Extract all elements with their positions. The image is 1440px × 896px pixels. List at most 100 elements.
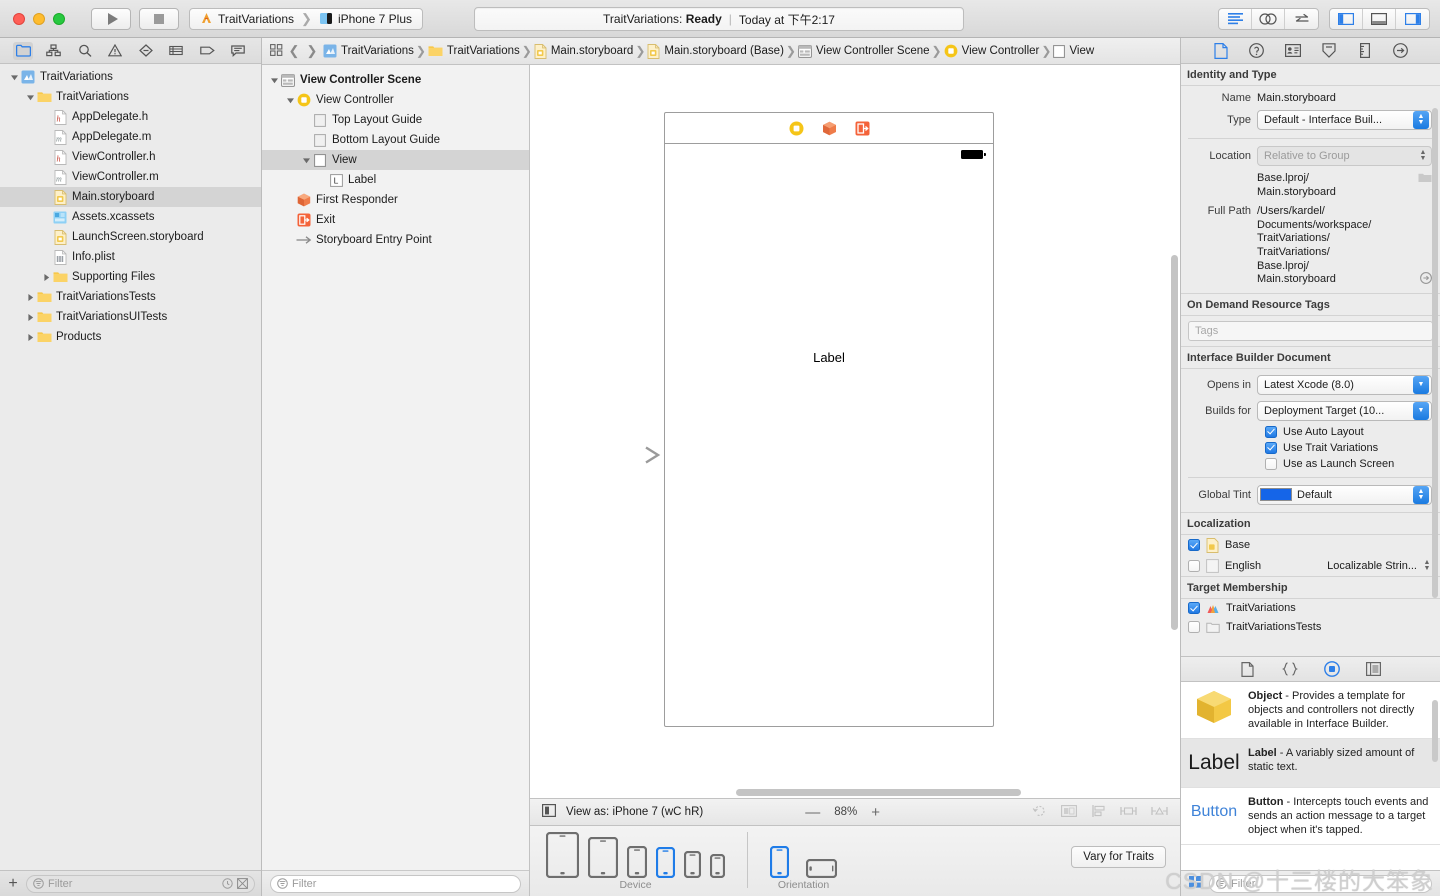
go-back-button[interactable]: ❮: [287, 43, 301, 59]
checkbox-box[interactable]: [1265, 425, 1277, 438]
related-items-button[interactable]: [270, 43, 283, 59]
opens-in-popup[interactable]: Latest Xcode (8.0) ▼: [1257, 374, 1432, 395]
checkbox-use-auto-layout[interactable]: Use Auto Layout: [1181, 424, 1440, 440]
breadcrumb-item-main-storyboard[interactable]: Main.storyboard: [534, 43, 633, 59]
resolve-issues-icon[interactable]: [1151, 804, 1168, 821]
view-as-text[interactable]: View as: iPhone 7 (wC hR): [566, 806, 703, 818]
device-option-3[interactable]: [656, 847, 675, 878]
close-window-button[interactable]: [13, 12, 25, 25]
align-icon[interactable]: [1091, 804, 1106, 821]
device-option-5[interactable]: [710, 854, 725, 878]
object-library-list[interactable]: Object - Provides a template for objects…: [1181, 682, 1440, 870]
localization-row-english[interactable]: English Localizable Strin... ▲ ▼: [1181, 556, 1440, 576]
find-navigator-tab[interactable]: [75, 42, 95, 60]
outline-item-top-layout-guide[interactable]: Top Layout Guide: [262, 110, 529, 130]
navigator-item-products[interactable]: Products: [0, 327, 261, 347]
test-navigator-tab[interactable]: [197, 42, 217, 60]
navigator-item-launchscreen-storyboard[interactable]: LaunchScreen.storyboard: [0, 227, 261, 247]
disclosure-triangle[interactable]: [24, 93, 36, 102]
breadcrumb[interactable]: TraitVariations ❯ TraitVariations ❯ Main.sto…: [323, 43, 1094, 59]
breadcrumb-item-view-controller-scene[interactable]: View Controller Scene: [798, 44, 930, 58]
navigator-item-traitvariations[interactable]: TraitVariations: [0, 87, 261, 107]
device-icon-list[interactable]: [546, 832, 725, 878]
orientation-icon-list[interactable]: [770, 832, 837, 878]
object-library-tab[interactable]: [1323, 660, 1341, 678]
version-editor-button[interactable]: [1285, 9, 1318, 29]
navigator-item-assets-xcassets[interactable]: Assets.xcassets: [0, 207, 261, 227]
toggle-utilities-button[interactable]: [1396, 9, 1429, 29]
disclosure-triangle[interactable]: [24, 293, 36, 302]
disclosure-triangle[interactable]: [8, 73, 20, 82]
recent-icon[interactable]: [222, 878, 233, 889]
toggle-navigator-button[interactable]: [1330, 9, 1363, 29]
navigator-item-supporting-files[interactable]: Supporting Files: [0, 267, 261, 287]
outline-item-bottom-layout-guide[interactable]: Bottom Layout Guide: [262, 130, 529, 150]
update-frames-icon[interactable]: [1032, 804, 1047, 821]
library-item-label[interactable]: Label Label - A variably sized amount of …: [1181, 739, 1440, 788]
outline-item-view[interactable]: View: [262, 150, 529, 170]
file-template-library-tab[interactable]: [1239, 660, 1257, 678]
device-option-1[interactable]: [588, 837, 618, 878]
tint-color-swatch[interactable]: [1260, 488, 1292, 502]
file-inspector-tab[interactable]: [1212, 42, 1230, 60]
tags-field[interactable]: Tags: [1188, 320, 1433, 341]
type-popup[interactable]: Default - Interface Buil... ▲ ▼: [1257, 110, 1432, 130]
vary-for-traits-button[interactable]: Vary for Traits: [1071, 846, 1166, 868]
navigator-item-info-plist[interactable]: Info.plist: [0, 247, 261, 267]
outline-item-view-controller-scene[interactable]: View Controller Scene: [262, 70, 529, 90]
library-grid-view-icon[interactable]: [1189, 876, 1202, 891]
name-value[interactable]: Main.storyboard: [1257, 92, 1432, 104]
embed-in-icon[interactable]: [1061, 804, 1077, 821]
zoom-in-button[interactable]: +: [871, 804, 880, 821]
scheme-selector[interactable]: TraitVariations ❯ iPhone 7 Plus: [189, 7, 423, 30]
root-view[interactable]: Label: [665, 144, 993, 727]
outline-item-storyboard-entry-point[interactable]: Storyboard Entry Point: [262, 230, 529, 250]
identity-inspector-tab[interactable]: [1284, 42, 1302, 60]
disclosure-triangle[interactable]: [40, 273, 52, 282]
localization-type-popup[interactable]: Localizable Strin... ▲ ▼: [1327, 559, 1433, 572]
run-button[interactable]: [91, 7, 131, 30]
library-scrollbar[interactable]: [1432, 700, 1438, 762]
canvas-horizontal-scrollbar[interactable]: [736, 789, 1021, 796]
issue-navigator-tab[interactable]: [105, 42, 125, 60]
checkbox-box[interactable]: [1188, 621, 1200, 634]
library-item-button[interactable]: Button Button - Intercepts touch events a…: [1181, 788, 1440, 845]
library-item-object[interactable]: Object - Provides a template for objects…: [1181, 682, 1440, 739]
checkbox-use-as-launch-screen[interactable]: Use as Launch Screen: [1181, 456, 1440, 472]
disclosure-triangle[interactable]: [300, 156, 312, 165]
view-as-toggle-icon[interactable]: [542, 804, 557, 820]
size-inspector-tab[interactable]: [1356, 42, 1374, 60]
checkbox-box[interactable]: [1188, 559, 1200, 572]
navigator-item-appdelegate-m[interactable]: m AppDelegate.m: [0, 127, 261, 147]
assistant-editor-button[interactable]: [1252, 9, 1285, 29]
outline-item-label[interactable]: L Label: [262, 170, 529, 190]
canvas-label[interactable]: Label: [665, 350, 993, 365]
library-filter-field[interactable]: Filter: [1209, 874, 1432, 893]
disclosure-triangle[interactable]: [24, 333, 36, 342]
breakpoint-navigator-tab[interactable]: [166, 42, 186, 60]
breadcrumb-item-main-storyboard-base-[interactable]: Main.storyboard (Base): [647, 43, 784, 59]
outline-filter-field[interactable]: Filter: [270, 874, 521, 893]
target-row-traitvariations[interactable]: TraitVariations: [1181, 599, 1440, 618]
location-popup[interactable]: Relative to Group ▲ ▼: [1257, 146, 1432, 166]
source-control-navigator-tab[interactable]: [44, 42, 64, 60]
outline-item-exit[interactable]: Exit: [262, 210, 529, 230]
pin-icon[interactable]: [1120, 804, 1137, 821]
standard-editor-button[interactable]: [1219, 9, 1252, 29]
media-library-tab[interactable]: [1365, 660, 1383, 678]
orientation-landscape-button[interactable]: [806, 859, 837, 878]
report-navigator-tab[interactable]: [228, 42, 248, 60]
navigator-filter-field[interactable]: Filter: [26, 874, 255, 893]
quick-help-tab[interactable]: [1248, 42, 1266, 60]
add-file-button[interactable]: +: [6, 875, 20, 892]
device-option-2[interactable]: [627, 846, 647, 878]
outline-item-first-responder[interactable]: First Responder: [262, 190, 529, 210]
orientation-portrait-button[interactable]: [770, 846, 789, 878]
breadcrumb-item-traitvariations[interactable]: TraitVariations: [323, 44, 414, 58]
choose-folder-icon[interactable]: [1418, 172, 1432, 186]
disclosure-triangle[interactable]: [268, 76, 280, 85]
navigator-item-traitvariationsuitests[interactable]: TraitVariationsUITests: [0, 307, 261, 327]
maximize-window-button[interactable]: [53, 12, 65, 25]
checkbox-box[interactable]: [1188, 539, 1200, 552]
checkbox-box[interactable]: [1265, 441, 1277, 454]
